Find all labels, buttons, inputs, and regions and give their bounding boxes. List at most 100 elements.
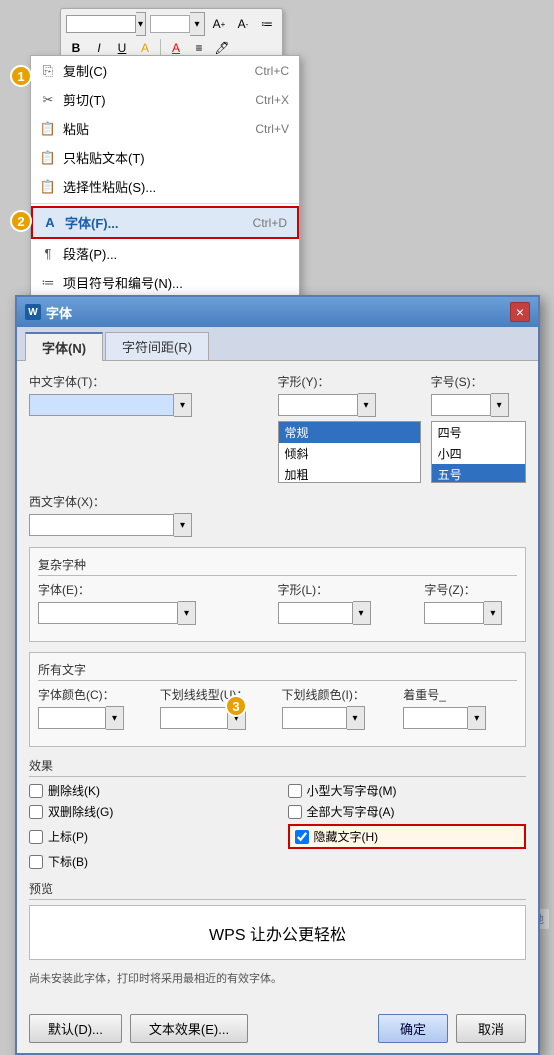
all-caps-checkbox[interactable]: [288, 805, 302, 819]
style-listbox-container: 常规 倾斜 加粗: [278, 421, 421, 483]
font-size-dropdown[interactable]: ▾: [190, 12, 205, 36]
cancel-button[interactable]: 取消: [456, 1014, 526, 1043]
style-input[interactable]: 常规: [278, 394, 358, 416]
font-name-combo[interactable]: Calibri ▾: [66, 12, 146, 36]
ok-button[interactable]: 确定: [378, 1014, 448, 1043]
font-color-label: 字体颜色(C)：: [38, 686, 152, 703]
hidden-checkbox[interactable]: [295, 830, 309, 844]
style-dropdown-btn[interactable]: ▾: [358, 393, 376, 417]
chinese-font-dropdown-btn[interactable]: ▾: [174, 393, 192, 417]
complex-font-row: 字体(E)： Times New Roman ▾ 字形(L)： 常规 ▾ 字号(…: [38, 581, 517, 625]
size-option-4[interactable]: 四号: [432, 422, 525, 443]
emphasis-combo[interactable]: (无) ▾: [403, 706, 517, 730]
context-menu-item-bullets[interactable]: ≔ 项目符号和编号(N)...: [31, 268, 299, 297]
font-size-combo[interactable]: 五号 ▾: [150, 12, 205, 36]
paragraph-label: 段落(P)...: [63, 244, 117, 263]
emphasis-dropdown-btn[interactable]: ▾: [468, 706, 486, 730]
western-font-input[interactable]: +西文正文: [29, 514, 174, 536]
double-strikethrough-label: 双删除线(G): [48, 803, 113, 820]
font-color-dropdown-btn[interactable]: ▾: [106, 706, 124, 730]
small-caps-checkbox[interactable]: [288, 784, 302, 798]
font-color-input[interactable]: 自动: [38, 707, 106, 729]
font-color-combo[interactable]: 自动 ▾: [38, 706, 152, 730]
complex-font-input[interactable]: Times New Roman: [38, 602, 178, 624]
bullets-icon: ≔: [39, 275, 57, 291]
tab-spacing[interactable]: 字符间距(R): [105, 332, 209, 360]
preview-area: WPS 让办公更轻松: [29, 905, 526, 960]
style-combo[interactable]: 常规 ▾: [278, 393, 421, 417]
complex-font-group: 字体(E)： Times New Roman ▾: [38, 581, 270, 625]
western-font-combo[interactable]: +西文正文 ▾: [29, 513, 273, 537]
size-listbox[interactable]: 四号 小四 五号: [431, 421, 526, 483]
complex-style-dropdown-btn[interactable]: ▾: [353, 601, 371, 625]
font-name-dropdown[interactable]: ▾: [136, 12, 146, 36]
style-listbox[interactable]: 常规 倾斜 加粗: [278, 421, 421, 483]
effect-strikethrough[interactable]: 删除线(K): [29, 782, 268, 799]
subscript-label: 下标(B): [48, 853, 88, 870]
western-font-dropdown-btn[interactable]: ▾: [174, 513, 192, 537]
chinese-font-input[interactable]: 田文正文: [29, 394, 174, 416]
paste-text-icon: 📋: [39, 150, 57, 166]
complex-size-input[interactable]: 小四: [424, 602, 484, 624]
underline-color-dropdown-btn[interactable]: ▾: [347, 706, 365, 730]
all-text-section-label: 所有文字: [38, 661, 517, 681]
format-btn[interactable]: ≔: [257, 14, 277, 34]
complex-size-dropdown-btn[interactable]: ▾: [484, 601, 502, 625]
default-button[interactable]: 默认(D)...: [29, 1014, 122, 1043]
bullets-label: 项目符号和编号(N)...: [63, 273, 183, 292]
size-option-xiaosi[interactable]: 小四: [432, 443, 525, 464]
style-option-italic[interactable]: 倾斜: [279, 443, 420, 464]
effect-hidden[interactable]: 隐藏文字(H): [288, 824, 527, 849]
complex-size-combo[interactable]: 小四 ▾: [424, 601, 517, 625]
subscript-checkbox[interactable]: [29, 855, 43, 869]
context-menu-item-copy[interactable]: ⎘ 复制(C) Ctrl+C: [31, 56, 299, 85]
complex-font-combo[interactable]: Times New Roman ▾: [38, 601, 270, 625]
context-menu-item-cut[interactable]: ✂ 剪切(T) Ctrl+X: [31, 85, 299, 114]
complex-style-input[interactable]: 常规: [278, 602, 353, 624]
emphasis-label: 着重号_: [403, 686, 517, 703]
effect-subscript[interactable]: 下标(B): [29, 853, 268, 870]
effect-all-caps[interactable]: 全部大写字母(A): [288, 803, 527, 820]
size-input[interactable]: 五号: [431, 394, 491, 416]
style-option-regular[interactable]: 常规: [279, 422, 420, 443]
double-strikethrough-checkbox[interactable]: [29, 805, 43, 819]
size-option-5[interactable]: 五号: [432, 464, 525, 483]
dialog-body: 中文字体(T)： 田文正文 ▾ 字形(Y)： 常规 ▾ 字号(S)： 五号 ▾: [17, 361, 538, 1008]
context-menu-item-font[interactable]: A 字体(F)... Ctrl+D: [31, 206, 299, 239]
chinese-font-combo[interactable]: 田文正文 ▾: [29, 393, 268, 417]
complex-style-group: 字形(L)： 常规 ▾: [278, 581, 417, 625]
complex-font-dropdown-btn[interactable]: ▾: [178, 601, 196, 625]
context-menu-item-paste-text[interactable]: 📋 只粘贴文本(T): [31, 143, 299, 172]
context-menu-item-paste[interactable]: 📋 粘贴 Ctrl+V: [31, 114, 299, 143]
emphasis-input[interactable]: (无): [403, 707, 468, 729]
paste-icon: 📋: [39, 121, 57, 137]
superscript-checkbox[interactable]: [29, 830, 43, 844]
font-name-input[interactable]: Calibri: [66, 15, 136, 33]
size-dropdown-btn[interactable]: ▾: [491, 393, 509, 417]
text-effects-button[interactable]: 文本效果(E)...: [130, 1014, 248, 1043]
font-size-input[interactable]: 五号: [150, 15, 190, 33]
underline-color-combo[interactable]: 自动 ▾: [282, 706, 396, 730]
complex-size-label: 字号(Z)：: [424, 581, 517, 598]
style-option-bold[interactable]: 加粗: [279, 464, 420, 483]
style-label: 字形(Y)：: [278, 373, 421, 390]
complex-style-combo[interactable]: 常规 ▾: [278, 601, 417, 625]
underline-style-input[interactable]: (无): [160, 707, 228, 729]
dialog-close-button[interactable]: ×: [510, 302, 530, 322]
decrease-font-btn[interactable]: A-: [233, 14, 253, 34]
strikethrough-checkbox[interactable]: [29, 784, 43, 798]
context-menu-item-paste-special[interactable]: 📋 选择性粘贴(S)...: [31, 172, 299, 201]
step-badge-2: 2: [10, 210, 32, 232]
context-menu-item-paragraph[interactable]: ¶ 段落(P)...: [31, 239, 299, 268]
tab-font[interactable]: 字体(N): [25, 332, 103, 361]
effects-section-label: 效果: [29, 757, 526, 777]
copy-shortcut: Ctrl+C: [235, 64, 289, 78]
effect-small-caps[interactable]: 小型大写字母(M): [288, 782, 527, 799]
effect-superscript[interactable]: 上标(P): [29, 824, 268, 849]
increase-font-btn[interactable]: A+: [209, 14, 229, 34]
size-combo[interactable]: 五号 ▾: [431, 393, 526, 417]
effect-double-strikethrough[interactable]: 双删除线(G): [29, 803, 268, 820]
underline-color-input[interactable]: 自动: [282, 707, 347, 729]
effects-section: 效果 删除线(K) 小型大写字母(M) 双删除线(G): [29, 757, 526, 870]
underline-style-combo[interactable]: (无) ▾: [160, 706, 274, 730]
